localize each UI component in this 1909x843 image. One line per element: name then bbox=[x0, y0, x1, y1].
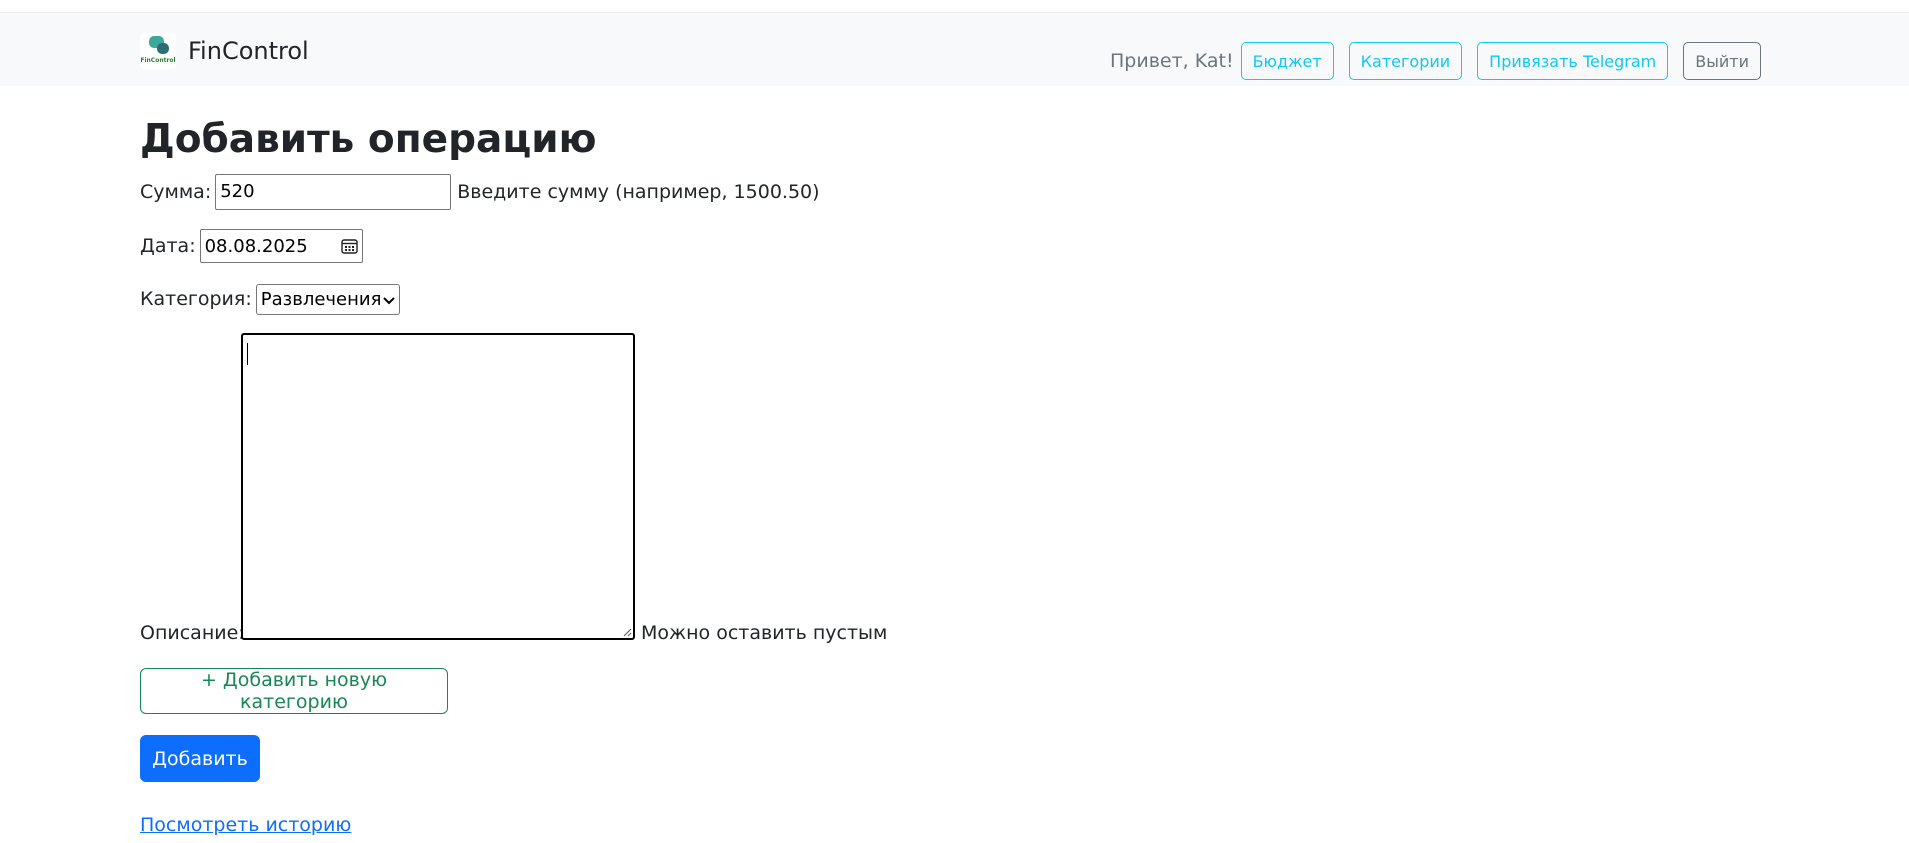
logout-button[interactable]: Выйти bbox=[1683, 42, 1761, 80]
chat-bubble-secondary-icon bbox=[157, 43, 169, 54]
navbar: FinControl FinControl Привет, Kat! Бюдже… bbox=[0, 12, 1909, 86]
brand-name[interactable]: FinControl bbox=[188, 37, 309, 65]
amount-label: Сумма: bbox=[140, 180, 212, 203]
date-label: Дата: bbox=[140, 235, 196, 257]
resize-grip-icon[interactable] bbox=[623, 628, 632, 637]
greeting: Привет, Kat! bbox=[1110, 50, 1234, 72]
logo-text: FinControl bbox=[140, 57, 176, 64]
calendar-icon[interactable] bbox=[340, 238, 358, 254]
logo: FinControl bbox=[140, 33, 176, 69]
date-input[interactable]: 08.08.2025 bbox=[199, 229, 363, 263]
nav-actions: Привет, Kat! Бюджет Категории Привязать … bbox=[1110, 42, 1761, 80]
categories-button[interactable]: Категории bbox=[1348, 42, 1463, 80]
link-telegram-button[interactable]: Привязать Telegram bbox=[1477, 42, 1669, 80]
category-selected-value: Развлечения bbox=[260, 288, 382, 310]
top-strip bbox=[0, 0, 1909, 12]
budget-button[interactable]: Бюджет bbox=[1240, 42, 1334, 80]
category-row: Категория: Развлечения bbox=[140, 283, 400, 315]
page-title: Добавить операцию bbox=[140, 117, 597, 162]
history-link[interactable]: Посмотреть историю bbox=[140, 814, 351, 836]
amount-input[interactable] bbox=[215, 173, 452, 210]
category-select[interactable]: Развлечения bbox=[255, 283, 400, 315]
description-textarea[interactable] bbox=[241, 333, 635, 640]
category-label: Категория: bbox=[140, 288, 252, 310]
brand[interactable]: FinControl FinControl bbox=[140, 33, 309, 69]
chevron-down-icon bbox=[383, 289, 395, 310]
amount-hint: Введите сумму (например, 1500.50) bbox=[457, 180, 820, 203]
description-hint: Можно оставить пустым bbox=[641, 622, 888, 644]
date-value: 08.08.2025 bbox=[204, 235, 308, 257]
amount-row: Сумма: Введите сумму (например, 1500.50) bbox=[140, 173, 820, 210]
description-label: Описание: bbox=[140, 622, 245, 644]
text-caret bbox=[247, 343, 248, 365]
add-category-button[interactable]: + Добавить новую категорию bbox=[140, 668, 448, 714]
submit-button[interactable]: Добавить bbox=[140, 735, 260, 782]
date-row: Дата: 08.08.2025 bbox=[140, 228, 363, 264]
